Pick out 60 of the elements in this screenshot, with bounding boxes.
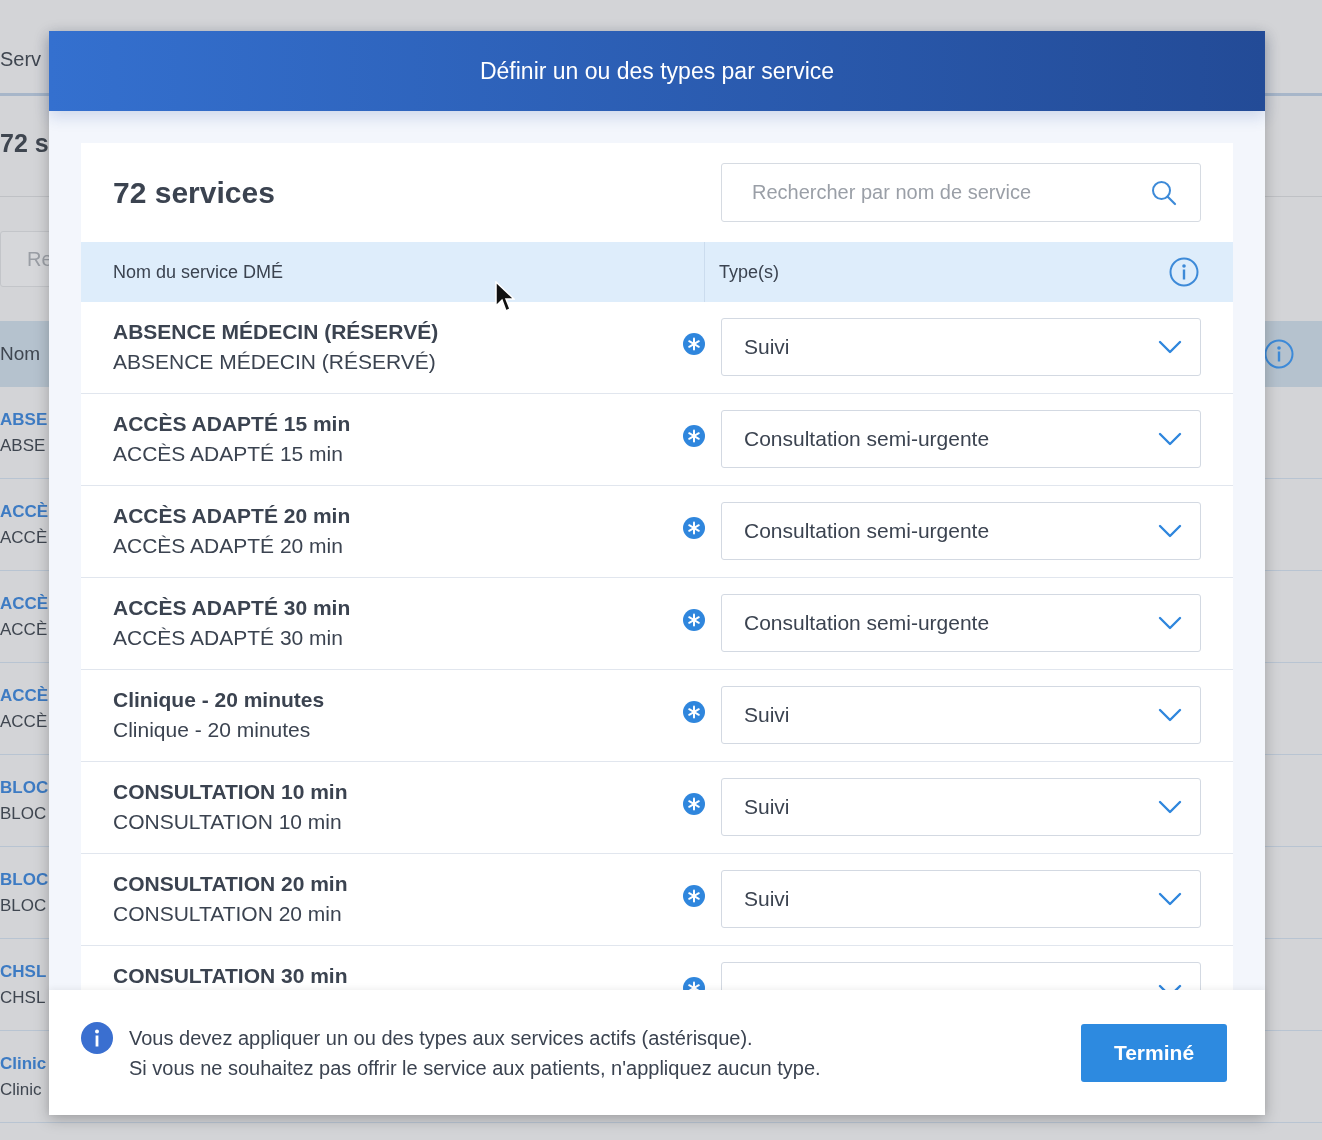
info-icon: [1264, 339, 1294, 369]
chevron-icon: [1158, 800, 1182, 814]
service-link[interactable]: Clinic: [0, 1053, 47, 1074]
service-link[interactable]: ACCÈ: [0, 593, 49, 614]
service-subname: ACCÈS ADAPTÉ 20 min: [113, 534, 344, 558]
service-name: CONSULTATION 30 min: [113, 964, 348, 988]
service-link[interactable]: ABSE: [0, 409, 48, 430]
info-icon: [81, 1022, 113, 1054]
service-name: ACCÈS ADAPTÉ 20 min: [113, 504, 351, 528]
service-subname: ABSENCE MÉDECIN (RÉSERVÉ): [113, 350, 437, 374]
service-subname: CONSULTATION 20 min: [113, 902, 343, 926]
chevron-icon: [1158, 524, 1182, 538]
chevron-icon: [1158, 892, 1182, 906]
service-link[interactable]: BLOC: [0, 777, 49, 798]
cursor-icon: [495, 281, 515, 313]
column-header: Type(s): [719, 261, 779, 283]
service-link[interactable]: BLOC: [0, 869, 49, 890]
type-dropdown[interactable]: Suivi: [721, 318, 1201, 376]
service-name: CONSULTATION 10 min: [113, 780, 348, 804]
info-icon: [1169, 257, 1199, 287]
service-subname: ABSE: [0, 435, 46, 456]
service-name: Clinique - 20 minutes: [113, 688, 325, 712]
service-count: 72 s: [0, 128, 49, 158]
service-subname: ACCÈ: [0, 619, 48, 640]
search-field[interactable]: Rechercher par nom de service: [721, 163, 1201, 222]
column-header: Nom: [0, 343, 41, 365]
info-message: Vous devez appliquer un ou des types aux services actifs (astérisque). Si vous ne souhaitez pas offrir le service aux patients, n'appliquez aucun type.: [129, 1025, 822, 1081]
type-dropdown[interactable]: Suivi: [721, 686, 1201, 744]
service-subname: ACCÈS ADAPTÉ 15 min: [113, 442, 344, 466]
service-subname: Clinique - 20 minutes: [113, 718, 312, 742]
service-name: ABSENCE MÉDECIN (RÉSERVÉ): [113, 320, 439, 344]
type-dropdown[interactable]: Consultation semi-urgente: [721, 410, 1201, 468]
service-subname: CONSULTATION 10 min: [113, 810, 343, 834]
chevron-icon: [1158, 616, 1182, 630]
type-dropdown[interactable]: Consultation semi-urgente: [721, 594, 1201, 652]
search-icon: [1151, 180, 1177, 206]
chevron-icon: [1158, 432, 1182, 446]
service-link[interactable]: ACCÈ: [0, 501, 49, 522]
service-subname: ACCÈS ADAPTÉ 30 min: [113, 626, 344, 650]
chevron-icon: [1158, 708, 1182, 722]
service-subname: ACCÈ: [0, 711, 48, 732]
service-name: ACCÈS ADAPTÉ 30 min: [113, 596, 351, 620]
service-link[interactable]: ACCÈ: [0, 685, 49, 706]
service-link[interactable]: CHSL: [0, 961, 47, 982]
service-subname: BLOC: [0, 803, 47, 824]
type-dropdown[interactable]: Consultation semi-urgente: [721, 502, 1201, 560]
service-count: 72 services: [113, 175, 275, 210]
service-subname: Clinic: [0, 1079, 42, 1100]
done-button[interactable]: Terminé: [1081, 1023, 1227, 1082]
type-dropdown[interactable]: Suivi: [721, 778, 1201, 836]
type-dropdown[interactable]: Suivi: [721, 870, 1201, 928]
chevron-icon: [1158, 340, 1182, 354]
service-subname: ACCÈ: [0, 527, 48, 548]
column-header: Nom du service DMÉ: [113, 261, 284, 283]
service-subname: CHSL: [0, 987, 46, 1008]
dialog-title: Définir un ou des types par service: [479, 57, 835, 85]
service-subname: BLOC: [0, 895, 47, 916]
service-name: ACCÈS ADAPTÉ 15 min: [113, 412, 351, 436]
service-name: CONSULTATION 20 min: [113, 872, 348, 896]
page-tab[interactable]: Serv: [0, 48, 47, 93]
